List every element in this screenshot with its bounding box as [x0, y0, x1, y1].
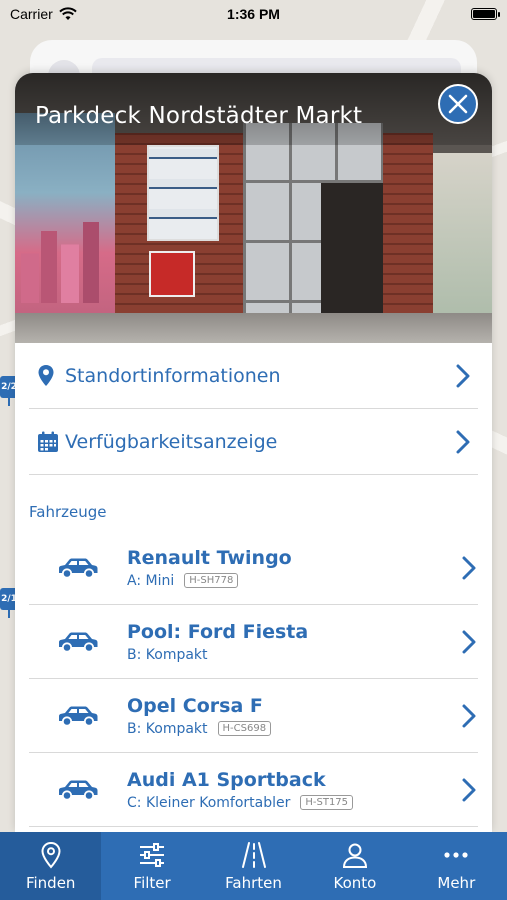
vehicle-class: A: Mini [127, 572, 175, 589]
vehicle-sub: C: Kleiner Komfortabler H-ST175 [127, 795, 460, 811]
vehicle-info: Pool: Ford Fiesta B: Kompakt [127, 621, 460, 663]
car-icon [59, 706, 98, 727]
tab-filter[interactable]: Filter [101, 832, 202, 900]
wifi-icon [59, 7, 77, 20]
status-left: Carrier [10, 6, 77, 22]
chevron-right-icon [462, 778, 476, 801]
car-icon-wrap [29, 631, 127, 653]
vehicle-row[interactable]: Opel Corsa F B: Kompakt H-CS698 [29, 679, 478, 753]
vehicle-class: C: Kleiner Komfortabler [127, 794, 291, 811]
vehicle-info: Opel Corsa F B: Kompakt H-CS698 [127, 695, 460, 737]
vehicle-sub: B: Kompakt [127, 647, 460, 663]
car-icon [59, 780, 98, 801]
tab-finden[interactable]: Finden [0, 832, 102, 900]
license-plate: H-ST175 [300, 795, 354, 810]
menu-item-label: Standortinformationen [65, 364, 281, 387]
tab-label: Filter [133, 874, 171, 892]
menu-item-verfuegbarkeitsanzeige[interactable]: Verfügbarkeitsanzeige [29, 409, 478, 475]
vehicle-sub: A: Mini H-SH778 [127, 573, 460, 589]
tab-label: Fahrten [225, 874, 282, 892]
vehicle-row[interactable]: Renault Twingo A: Mini H-SH778 [29, 531, 478, 605]
vehicle-name: Renault Twingo [127, 546, 292, 569]
menu-item-label: Verfügbarkeitsanzeige [65, 430, 278, 453]
car-icon-wrap [29, 557, 127, 579]
status-bar: Carrier 1:36 PM [0, 0, 507, 28]
vehicle-name: Pool: Ford Fiesta [127, 620, 309, 643]
close-icon [448, 94, 468, 114]
vehicle-class: B: Kompakt [127, 646, 208, 663]
chevron-right-icon [456, 364, 470, 387]
vehicle-info: Renault Twingo A: Mini H-SH778 [127, 547, 460, 589]
vehicle-class: B: Kompakt [127, 720, 208, 737]
menu-item-standortinformationen[interactable]: Standortinformationen [29, 343, 478, 409]
tab-bar: Finden Filter Fahrten Konto Mehr [0, 832, 507, 900]
tab-konto[interactable]: Konto [304, 832, 405, 900]
carrier-label: Carrier [10, 6, 53, 22]
vehicle-list: Renault Twingo A: Mini H-SH778 Pool: Ford F… [15, 531, 492, 827]
car-icon-wrap [29, 779, 127, 801]
vehicle-row[interactable]: Audi A1 Sportback C: Kleiner Komfortabler… [29, 753, 478, 827]
car-icon [59, 632, 98, 653]
person-icon [340, 840, 370, 870]
license-plate: H-CS698 [217, 721, 272, 736]
tab-label: Finden [25, 874, 76, 892]
license-plate: H-SH778 [184, 573, 239, 588]
vehicle-name: Opel Corsa F [127, 694, 263, 717]
chevron-right-icon [462, 556, 476, 579]
battery-icon [471, 8, 500, 20]
tab-label: Konto [333, 874, 377, 892]
calendar-icon [37, 431, 65, 453]
chevron-right-icon [462, 630, 476, 653]
station-title: Parkdeck Nordstädter Markt [35, 103, 363, 129]
vehicle-name: Audi A1 Sportback [127, 768, 326, 791]
map-pin-icon [36, 840, 66, 870]
road-icon [239, 840, 269, 870]
vehicle-info: Audi A1 Sportback C: Kleiner Komfortabler… [127, 769, 460, 811]
vehicle-sub: B: Kompakt H-CS698 [127, 721, 460, 737]
car-icon-wrap [29, 705, 127, 727]
vehicles-section-title: Fahrzeuge [29, 503, 107, 521]
tab-label: Mehr [437, 874, 476, 892]
close-button[interactable] [438, 84, 478, 124]
location-pin-icon [37, 364, 65, 388]
chevron-right-icon [462, 704, 476, 727]
station-photo: Parkdeck Nordstädter Markt [15, 73, 492, 343]
car-icon [59, 558, 98, 579]
tab-fahrten[interactable]: Fahrten [203, 832, 304, 900]
more-dots-icon [441, 840, 471, 870]
station-detail-card: Parkdeck Nordstädter Markt Standortinfor… [15, 73, 492, 832]
chevron-right-icon [456, 430, 470, 453]
sliders-icon [137, 840, 167, 870]
vehicle-row[interactable]: Pool: Ford Fiesta B: Kompakt [29, 605, 478, 679]
tab-mehr[interactable]: Mehr [406, 832, 507, 900]
status-time: 1:36 PM [227, 6, 280, 22]
